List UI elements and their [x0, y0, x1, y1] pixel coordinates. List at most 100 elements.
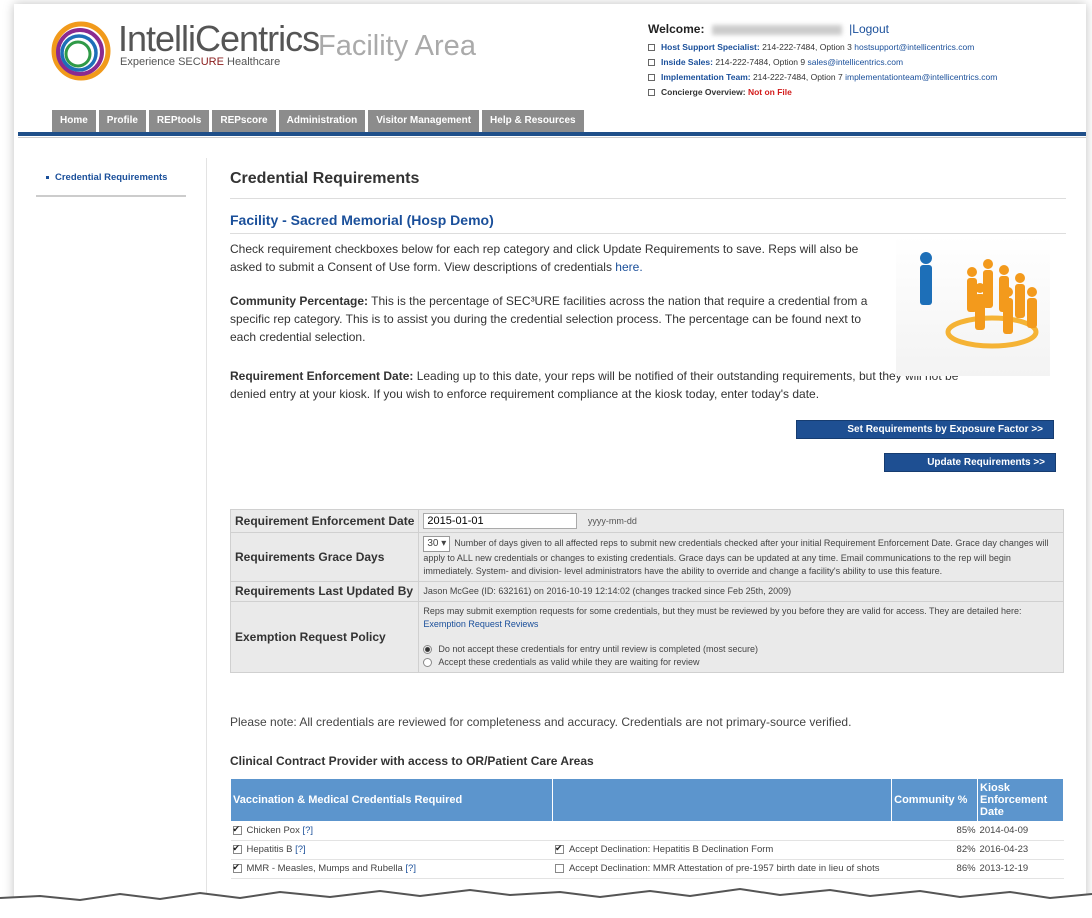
bullet-icon — [648, 74, 655, 82]
nav-tab-administration[interactable]: Administration — [278, 110, 366, 132]
grace-days-label: Requirements Grace Days — [229, 532, 420, 582]
help-link[interactable]: [?] — [295, 844, 306, 855]
grace-days-select[interactable]: 30 ▾ — [423, 536, 451, 552]
sidebar: Credential Requirements — [36, 162, 186, 197]
table-row: MMR - Measles, Mumps and Rubella [?] Acc… — [230, 859, 1064, 879]
intro-text: Check requirement checkboxes below for e… — [230, 242, 859, 274]
page-title: Credential Requirements — [230, 170, 420, 187]
facility-title: Facility - Sacred Memorial (Hosp Demo) — [230, 212, 494, 228]
brand-tagline: Experience SECURE Healthcare — [120, 56, 281, 68]
credential-checkbox[interactable] — [232, 842, 242, 854]
contact-row: Host Support Specialist: 214-222-7484, O… — [648, 40, 997, 55]
table-row: Requirements Last Updated By Jason McGee… — [229, 581, 1064, 602]
logout-link[interactable]: |Logout — [849, 22, 889, 36]
radio-icon[interactable] — [423, 658, 433, 668]
enforcement-date-label: Requirement Enforcement Date — [229, 509, 420, 533]
bullet-icon — [648, 44, 655, 52]
set-requirements-exposure-button[interactable]: Set Requirements by Exposure Factor >> — [796, 420, 1054, 439]
welcome-label: Welcome: — [648, 22, 705, 36]
nav-tab-home[interactable]: Home — [52, 110, 96, 132]
contact-row: Implementation Team: 214-222-7484, Optio… — [648, 70, 997, 85]
kiosk-date: 2013-12-19 — [977, 859, 1064, 879]
column-divider — [206, 158, 207, 918]
grace-days-cell: 30 ▾ Number of days given to all affected… — [418, 532, 1064, 582]
people-illustration — [896, 236, 1050, 376]
bullet-icon — [46, 175, 49, 179]
kiosk-date: 2016-04-23 — [977, 840, 1064, 860]
section-title: Clinical Contract Provider with access t… — [230, 754, 594, 768]
credential-name: MMR - Measles, Mumps and Rubella — [246, 863, 403, 874]
date-format-hint: yyyy-mm-dd — [587, 516, 637, 526]
divider — [230, 198, 1066, 199]
table-row: Hepatitis B [?] Accept Declination: Hepa… — [230, 840, 1064, 860]
credential-checkbox[interactable] — [232, 823, 242, 835]
exemption-option-strict[interactable]: Do not accept these credentials for entr… — [423, 643, 1059, 656]
bullet-icon — [648, 59, 655, 67]
nav-tab-help[interactable]: Help & Resources — [482, 110, 584, 132]
update-requirements-button[interactable]: Update Requirements >> — [884, 453, 1056, 472]
credential-name: Chicken Pox — [246, 825, 300, 836]
contact-row: Concierge Overview: Not on File — [648, 85, 997, 100]
last-updated-label: Requirements Last Updated By — [229, 581, 420, 602]
exemption-policy-label: Exemption Request Policy — [229, 601, 420, 673]
grace-days-description: Number of days given to all affected rep… — [423, 538, 1049, 576]
nav-tab-visitor-management[interactable]: Visitor Management — [368, 110, 480, 132]
declination-cell — [552, 821, 892, 841]
nav-tab-repscore[interactable]: REPscore — [212, 110, 276, 132]
declination-label: Accept Declination: Hepatitis B Declinat… — [568, 844, 774, 855]
main-nav: Home Profile REPtools REPscore Administr… — [52, 110, 587, 132]
column-header: Vaccination & Medical Credentials Requir… — [229, 778, 554, 822]
declination-checkbox[interactable] — [554, 863, 564, 873]
intellicentrics-logo — [51, 21, 111, 81]
enforcement-date-input[interactable] — [423, 513, 578, 529]
credential-checkbox[interactable] — [232, 861, 242, 873]
community-text: Community Percentage: This is the percen… — [230, 294, 868, 344]
column-header — [552, 778, 893, 822]
nav-tab-reptools[interactable]: REPtools — [148, 110, 210, 132]
last-updated-value: Jason McGee (ID: 632161) on 2016-10-19 1… — [418, 581, 1064, 602]
blurred-username — [711, 24, 842, 35]
table-row: Chicken Pox [?] 85% 2014-04-09 — [230, 821, 1064, 841]
table-row: Exemption Request Policy Reps may submit… — [229, 601, 1064, 673]
nav-tab-profile[interactable]: Profile — [98, 110, 146, 132]
contact-list: Host Support Specialist: 214-222-7484, O… — [648, 40, 997, 100]
column-header: Kiosk Enforcement Date — [977, 778, 1064, 822]
contact-row: Inside Sales: 214-222-7484, Option 9 sal… — [648, 55, 997, 70]
exemption-policy-cell: Reps may submit exemption requests for s… — [418, 601, 1064, 673]
settings-table: Requirement Enforcement Date yyyy-mm-dd … — [229, 509, 1064, 673]
enforcement-date-cell: yyyy-mm-dd — [418, 509, 1064, 533]
enforcement-text: Requirement Enforcement Date: Leading up… — [230, 369, 959, 401]
community-percent: 82% — [891, 840, 978, 860]
email-link[interactable]: hostsupport@intellicentrics.com — [854, 42, 974, 52]
table-row: Requirements Grace Days 30 ▾ Number of da… — [229, 532, 1064, 582]
email-link[interactable]: sales@intellicentrics.com — [807, 57, 903, 67]
exemption-reviews-link[interactable]: Exemption Request Reviews — [423, 619, 538, 629]
community-percent: 86% — [891, 859, 978, 879]
email-link[interactable]: implementationteam@intellicentrics.com — [845, 72, 997, 82]
community-percent: 85% — [891, 821, 978, 841]
area-title: Facility Area — [318, 30, 476, 62]
kiosk-date: 2014-04-09 — [977, 821, 1064, 841]
header-subrule — [18, 137, 1086, 138]
bullet-icon — [648, 89, 655, 97]
declination-label: Accept Declination: MMR Attestation of p… — [568, 863, 880, 874]
column-header: Community % — [891, 778, 979, 822]
concierge-status: Not on File — [747, 87, 792, 97]
sidebar-item-credential-requirements[interactable]: Credential Requirements — [36, 162, 186, 197]
divider — [230, 233, 1066, 234]
descriptions-link[interactable]: here. — [615, 260, 642, 274]
table-header-row: Vaccination & Medical Credentials Requir… — [229, 778, 1064, 822]
header-rule — [18, 132, 1086, 136]
help-link[interactable]: [?] — [405, 863, 416, 874]
exemption-option-lenient[interactable]: Accept these credentials as valid while … — [423, 656, 1059, 669]
torn-edge — [0, 887, 1092, 918]
credentials-table: Vaccination & Medical Credentials Requir… — [229, 778, 1064, 879]
verification-note: Please note: All credentials are reviewe… — [230, 715, 852, 729]
radio-selected-icon[interactable] — [423, 645, 433, 655]
brand-name: IntelliCentrics — [118, 18, 320, 59]
welcome-bar: Welcome: |Logout — [648, 22, 889, 36]
declination-checkbox[interactable] — [554, 842, 564, 854]
table-row: Requirement Enforcement Date yyyy-mm-dd — [229, 509, 1064, 533]
credential-name: Hepatitis B — [246, 844, 293, 855]
help-link[interactable]: [?] — [302, 825, 313, 836]
